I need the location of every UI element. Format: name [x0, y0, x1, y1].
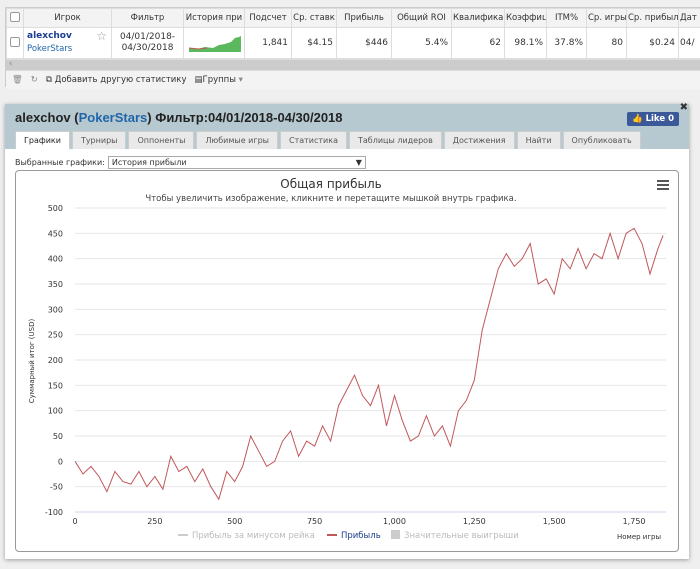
chart-title: Общая прибыль [280, 177, 381, 191]
legend-item-big-wins[interactable]: Значительные выигрыши [404, 531, 519, 541]
tab-tournaments[interactable]: Турниры [71, 131, 127, 149]
tab-charts[interactable]: Графики [15, 131, 70, 149]
panel-header: alexchov (PokerStars) Фильтр:04/01/2018-… [5, 102, 689, 149]
select-all-checkbox[interactable] [6, 8, 24, 28]
like-label: Like 0 [645, 114, 674, 124]
title-player: alexchov [15, 110, 71, 125]
col-header[interactable]: Ср. прибыл [626, 8, 679, 28]
star-icon[interactable]: ☆ [96, 30, 107, 43]
col-header[interactable]: Дат [678, 8, 700, 28]
table-header: Игрок Фильтр История при Подсчет Ср. ста… [6, 8, 700, 28]
grid-toolbar: 🗑 ↻ ⧉ Добавить другую статистику ▤Группы… [6, 70, 700, 89]
col-header[interactable]: Фильтр [111, 8, 184, 28]
chart-subtitle: Чтобы увеличить изображение, кликните и … [145, 194, 516, 204]
x-tick-label: 1,750 [623, 517, 646, 526]
tab-statistics[interactable]: Статистика [279, 131, 347, 149]
chart-selector: Выбранные графики: История прибыли ▼ [15, 156, 366, 169]
x-tick-label: 1,250 [463, 517, 486, 526]
y-tick-label: 0 [58, 457, 63, 466]
col-header[interactable]: Квалификац [451, 8, 505, 28]
x-tick-label: 1,500 [543, 517, 566, 526]
date-cell: 04/ [678, 27, 700, 59]
x-tick-label: 1,000 [383, 517, 406, 526]
x-tick-label: 500 [227, 517, 242, 526]
col-header[interactable]: Общий ROI [391, 8, 452, 28]
chart-select-value: История прибыли [111, 158, 187, 167]
avg-profit-cell: $0.24 [626, 27, 679, 59]
player-cell: alexchov PokerStars ☆ [23, 27, 112, 59]
y-tick-label: 500 [48, 204, 63, 213]
y-tick-label: 350 [48, 280, 63, 289]
add-stat-label: Добавить другую статистику [54, 75, 187, 85]
close-icon[interactable]: ✖ [680, 102, 688, 113]
y-tick-label: 250 [48, 331, 63, 340]
stats-grid: Игрок Фильтр История при Подсчет Ср. ста… [5, 7, 700, 89]
add-stat-button[interactable]: ⧉ Добавить другую статистику [46, 75, 187, 85]
y-tick-label: 100 [48, 407, 63, 416]
y-axis-label: Суммарный итог (USD) [28, 319, 36, 404]
dropdown-arrow-icon: ▼ [355, 158, 362, 167]
y-tick-label: 400 [48, 255, 63, 264]
table-row: alexchov PokerStars ☆ 04/01/2018-04/30/201… [6, 27, 700, 59]
itm-cell: 37.8% [546, 27, 587, 59]
panel-title: alexchov (PokerStars) Фильтр:04/01/2018-… [15, 110, 343, 125]
y-tick-label: 450 [48, 229, 63, 238]
col-header[interactable]: Ср. игры [586, 8, 627, 28]
site-link[interactable]: PokerStars [27, 43, 108, 56]
tab-achievements[interactable]: Достижения [443, 131, 515, 149]
player-panel: alexchov (PokerStars) Фильтр:04/01/2018-… [5, 102, 689, 559]
trash-icon[interactable]: 🗑 [12, 75, 23, 85]
col-header[interactable]: Ср. ставк [291, 8, 337, 28]
legend-item-profit[interactable]: Прибыль [341, 531, 381, 541]
y-tick-label: 150 [48, 381, 63, 390]
menu-icon[interactable] [657, 180, 669, 190]
col-header[interactable]: Игрок [23, 8, 112, 28]
x-tick-label: 750 [307, 517, 322, 526]
x-axis-label: Номер игры [617, 533, 661, 541]
x-tick-label: 0 [72, 517, 77, 526]
coef-cell: 98.1% [504, 27, 547, 59]
groups-button[interactable]: ▤Группы ▾ [194, 75, 242, 85]
legend-item-rake[interactable]: Прибыль за минусом рейка [192, 531, 315, 541]
sparkline [183, 27, 245, 59]
row-checkbox[interactable] [6, 27, 24, 59]
filter-cell: 04/01/2018-04/30/2018 [111, 27, 184, 59]
avg-games-cell: 80 [586, 27, 627, 59]
y-tick-label: 50 [53, 432, 63, 441]
tab-bar: Графики Турниры Оппоненты Любимые игры С… [15, 131, 641, 149]
tab-favorite-games[interactable]: Любимые игры [196, 131, 278, 149]
groups-label: Группы [202, 75, 236, 85]
col-header[interactable]: Прибыль [336, 8, 392, 28]
col-header[interactable]: Коэффиц [504, 8, 547, 28]
col-header[interactable]: История при [183, 8, 245, 28]
title-filter: Фильтр:04/01/2018-04/30/2018 [155, 110, 343, 125]
horizontal-scrollbar[interactable]: ‹ [6, 59, 700, 70]
tab-find[interactable]: Найти [516, 131, 561, 149]
col-header[interactable]: Подсчет [244, 8, 292, 28]
tab-opponents[interactable]: Оппоненты [128, 131, 195, 149]
y-tick-label: 300 [48, 305, 63, 314]
col-header[interactable]: ITM% [546, 8, 587, 28]
avg-stake-cell: $4.15 [291, 27, 337, 59]
chart-select-label: Выбранные графики: [15, 158, 105, 167]
like-button[interactable]: 👍 Like 0 [627, 112, 679, 126]
series-line-profit [74, 227, 664, 501]
profit-cell: $446 [336, 27, 392, 59]
count-cell: 1,841 [244, 27, 292, 59]
qual-cell: 62 [451, 27, 505, 59]
legend: Прибыль за минусом рейка Прибыль Значите… [178, 530, 519, 541]
profit-chart[interactable]: Общая прибыль Чтобы увеличить изображени… [15, 170, 679, 552]
roi-cell: 5.4% [391, 27, 452, 59]
y-tick-label: 200 [48, 356, 63, 365]
y-tick-label: -100 [45, 508, 63, 517]
tab-leaderboards[interactable]: Таблицы лидеров [348, 131, 442, 149]
tab-publish[interactable]: Опубликовать [562, 131, 641, 149]
x-tick-label: 250 [147, 517, 162, 526]
y-tick-label: -50 [50, 483, 63, 492]
title-site[interactable]: PokerStars [79, 110, 148, 125]
refresh-icon[interactable]: ↻ [31, 75, 38, 85]
chart-select[interactable]: История прибыли ▼ [107, 156, 366, 169]
